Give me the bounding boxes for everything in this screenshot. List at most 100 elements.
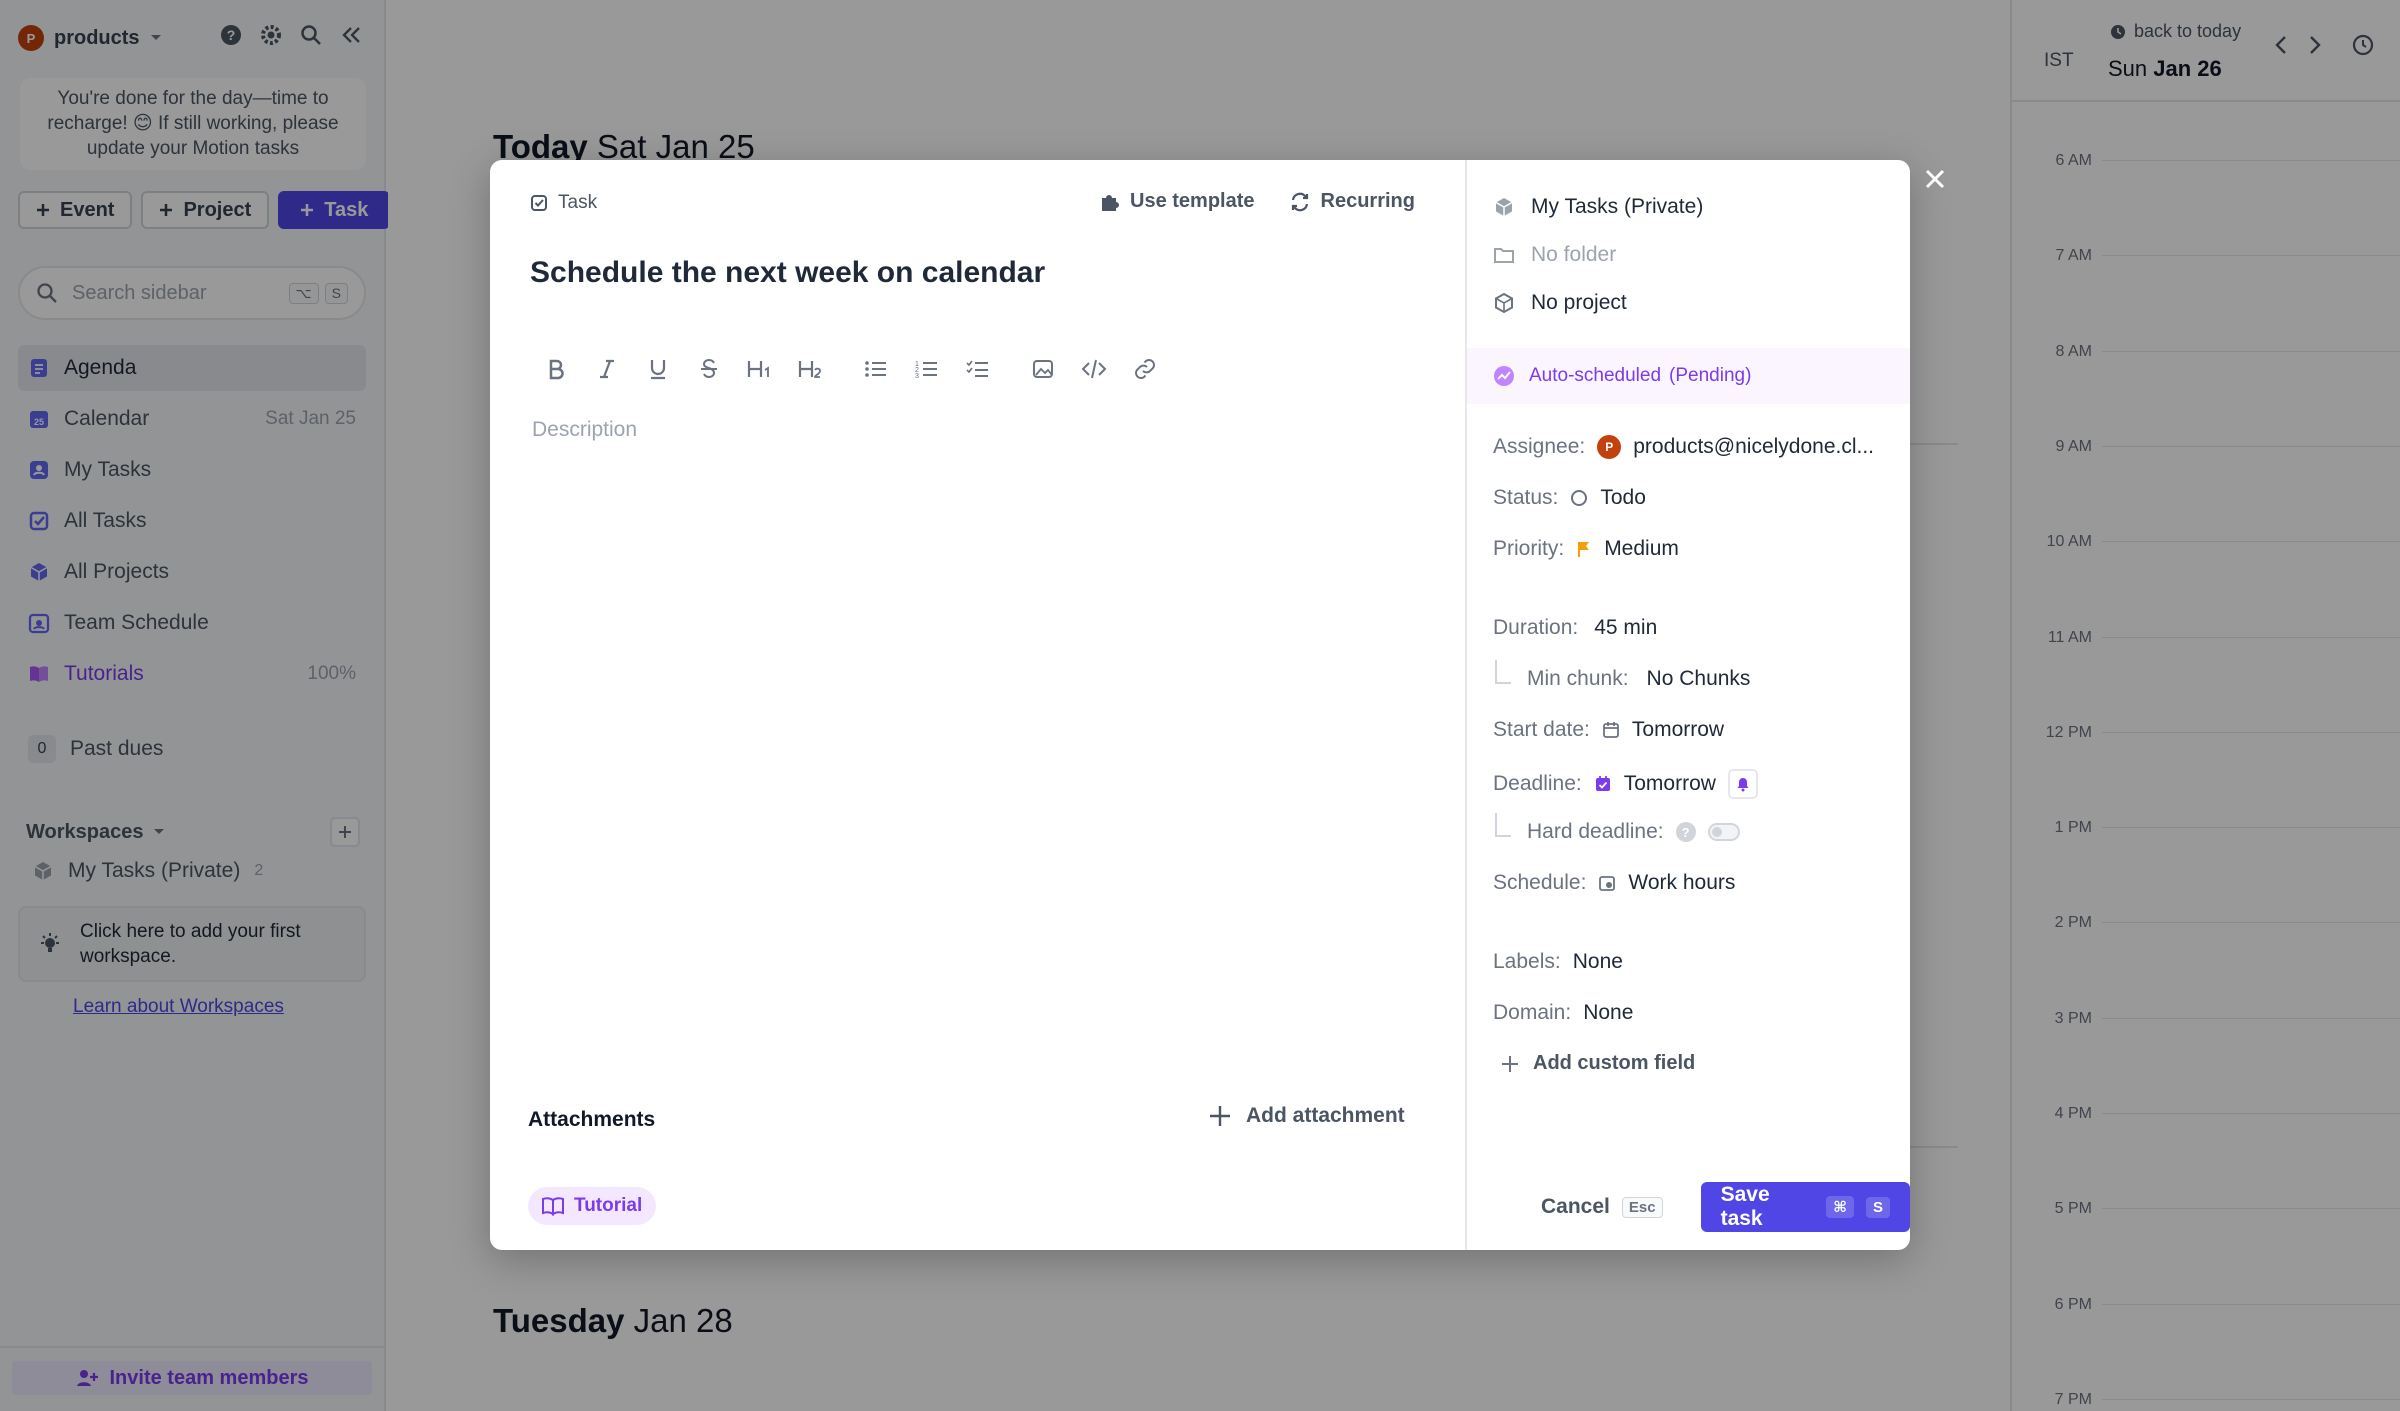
priority-key: Priority:: [1493, 537, 1565, 560]
schedule-key: Schedule:: [1493, 871, 1587, 894]
shortcut-key: ⌘: [1826, 1196, 1854, 1218]
puzzle-icon: [1098, 191, 1120, 213]
status-key: Status:: [1493, 486, 1559, 509]
assignee-field[interactable]: Assignee: P products@nicelydone.cl...: [1493, 435, 1874, 459]
domain-key: Domain:: [1493, 1001, 1572, 1024]
tag-label: Tutorial: [574, 1195, 643, 1216]
deadline-key: Deadline:: [1493, 772, 1582, 795]
min-chunk-key: Min chunk:: [1527, 667, 1629, 690]
status-field[interactable]: Status: Todo: [1493, 486, 1646, 510]
task-properties: My Tasks (Private) No folder No project …: [1465, 160, 1910, 1250]
start-date-value: Tomorrow: [1631, 718, 1725, 741]
plus-icon: [1208, 1104, 1232, 1128]
folder-value: No folder: [1531, 243, 1617, 266]
start-date-key: Start date:: [1493, 718, 1590, 741]
domain-field[interactable]: Domain: None: [1493, 1001, 1633, 1025]
add-custom-field-label: Add custom field: [1533, 1052, 1696, 1074]
hard-deadline-field: Hard deadline: ?: [1495, 813, 1740, 844]
strikethrough-icon[interactable]: [683, 351, 734, 387]
project-value: No project: [1531, 291, 1627, 314]
close-icon[interactable]: [1922, 166, 1948, 192]
domain-value: None: [1583, 1001, 1634, 1024]
repeat-icon: [1289, 191, 1311, 213]
task-editor: Task Use template Recurring Schedule the…: [490, 160, 1465, 1250]
workspace-value: My Tasks (Private): [1531, 195, 1704, 218]
workspace-select[interactable]: My Tasks (Private): [1493, 195, 1703, 219]
schedule-value: Work hours: [1628, 871, 1736, 894]
numbered-list-icon[interactable]: 123: [901, 351, 952, 387]
checklist-icon[interactable]: [952, 351, 1003, 387]
description-field[interactable]: Description: [532, 418, 637, 442]
bullet-list-icon[interactable]: [850, 351, 901, 387]
min-chunk-field[interactable]: Min chunk: No Chunks: [1495, 660, 1751, 691]
auto-scheduled-toggle[interactable]: Auto-scheduled (Pending): [1467, 348, 1910, 404]
branch-line: [1495, 660, 1511, 684]
min-chunk-value: No Chunks: [1646, 667, 1751, 690]
calendar-check-icon: [1594, 775, 1612, 793]
tutorial-tag[interactable]: Tutorial: [528, 1187, 657, 1225]
hard-deadline-toggle[interactable]: [1707, 823, 1740, 841]
save-task-button[interactable]: Save task ⌘ S: [1700, 1182, 1910, 1232]
task-title-input[interactable]: Schedule the next week on calendar: [530, 256, 1045, 290]
cancel-button[interactable]: Cancel Esc: [1541, 1195, 1663, 1219]
shortcut-key: Esc: [1621, 1196, 1663, 1218]
folder-icon: [1493, 245, 1515, 265]
format-toolbar: 123: [530, 351, 1170, 387]
add-attachment-button[interactable]: Add attachment: [1208, 1104, 1405, 1128]
heading-2-icon[interactable]: [785, 351, 836, 387]
schedule-field[interactable]: Schedule: Work hours: [1493, 871, 1735, 895]
assignee-value: products@nicelydone.cl...: [1633, 435, 1875, 458]
italic-icon[interactable]: [581, 351, 632, 387]
image-icon[interactable]: [1017, 351, 1068, 387]
labels-key: Labels:: [1493, 950, 1561, 973]
add-custom-field-button[interactable]: Add custom field: [1501, 1052, 1695, 1075]
deadline-field[interactable]: Deadline: Tomorrow: [1493, 769, 1758, 799]
priority-value: Medium: [1604, 537, 1679, 560]
duration-field[interactable]: Duration: 45 min: [1493, 616, 1657, 640]
save-task-label: Save task: [1720, 1183, 1770, 1230]
task-check-icon: [530, 194, 548, 212]
auto-scheduled-label: Auto-scheduled: [1529, 365, 1662, 386]
schedule-icon: [1598, 874, 1616, 892]
code-icon[interactable]: [1068, 351, 1119, 387]
task-modal: Task Use template Recurring Schedule the…: [490, 160, 1910, 1250]
deadline-value: Tomorrow: [1623, 772, 1716, 795]
use-template-label: Use template: [1130, 190, 1255, 212]
start-date-field[interactable]: Start date: Tomorrow: [1493, 718, 1724, 742]
add-attachment-label: Add attachment: [1246, 1104, 1405, 1127]
status-circle-icon: [1570, 489, 1588, 507]
underline-icon[interactable]: [632, 351, 683, 387]
cube-icon: [1493, 196, 1515, 218]
folder-select[interactable]: No folder: [1493, 243, 1616, 267]
avatar: P: [1597, 435, 1622, 459]
priority-field[interactable]: Priority: Medium: [1493, 537, 1679, 561]
use-template-button[interactable]: Use template: [1098, 190, 1255, 213]
labels-value: None: [1572, 950, 1623, 973]
project-select[interactable]: No project: [1493, 291, 1627, 315]
branch-line: [1495, 813, 1511, 837]
deadline-reminder-button[interactable]: [1727, 769, 1758, 799]
heading-1-icon[interactable]: [734, 351, 785, 387]
auto-scheduled-status: (Pending): [1669, 365, 1752, 386]
recurring-label: Recurring: [1320, 190, 1415, 212]
book-icon: [542, 1196, 564, 1216]
modal-footer: Cancel Esc Save task ⌘ S: [1541, 1182, 1910, 1232]
labels-field[interactable]: Labels: None: [1493, 950, 1623, 974]
shortcut-key: S: [1865, 1196, 1890, 1218]
calendar-icon: [1602, 721, 1620, 739]
duration-value: 45 min: [1594, 616, 1658, 639]
bold-icon[interactable]: [530, 351, 581, 387]
status-value: Todo: [1600, 486, 1646, 509]
help-icon[interactable]: ?: [1675, 822, 1696, 842]
recurring-button[interactable]: Recurring: [1289, 190, 1415, 213]
task-header-actions: Use template Recurring: [1098, 190, 1415, 213]
hard-deadline-key: Hard deadline:: [1527, 820, 1664, 843]
task-type-text: Task: [558, 192, 598, 213]
svg-text:3: 3: [915, 373, 919, 380]
link-icon[interactable]: [1119, 351, 1170, 387]
attachments-heading: Attachments: [528, 1108, 656, 1131]
project-icon: [1493, 292, 1515, 314]
flag-icon: [1576, 540, 1592, 558]
assignee-key: Assignee:: [1493, 435, 1586, 458]
task-type-label[interactable]: Task: [530, 192, 597, 214]
